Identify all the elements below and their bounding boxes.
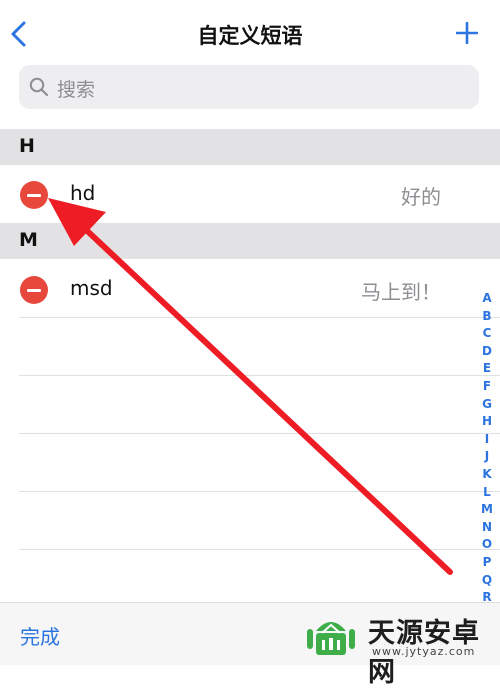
plus-icon[interactable] (456, 22, 478, 44)
index-letter[interactable]: J (480, 448, 494, 466)
row-separator (19, 375, 500, 376)
index-letter[interactable]: P (480, 554, 494, 572)
phrase-text: 马上到！ (361, 280, 441, 304)
section-header-h: H (0, 129, 500, 165)
list-item[interactable]: hd 好的 (0, 165, 500, 223)
index-letter[interactable]: D (480, 343, 494, 361)
watermark-url: www.jytyaz.com (372, 645, 476, 658)
search-icon (29, 77, 49, 97)
index-letter[interactable]: A (480, 290, 494, 308)
row-separator (19, 491, 500, 492)
phrase-text: 好的 (401, 185, 441, 209)
shortcut-text: msd (70, 276, 113, 300)
row-separator (19, 433, 500, 434)
section-letter: H (19, 135, 35, 157)
done-button[interactable]: 完成 (20, 621, 60, 650)
index-letter[interactable]: E (480, 360, 494, 378)
index-letter[interactable]: N (480, 519, 494, 537)
search-placeholder: 搜索 (57, 79, 96, 101)
index-letter[interactable]: H (480, 413, 494, 431)
row-separator (19, 549, 500, 550)
index-letter[interactable]: B (480, 308, 494, 326)
index-letter[interactable]: F (480, 378, 494, 396)
delete-minus-icon[interactable] (20, 181, 48, 209)
search-field[interactable]: 搜索 (19, 65, 479, 109)
index-letter[interactable]: K (480, 466, 494, 484)
index-letter[interactable]: L (480, 484, 494, 502)
index-letter[interactable]: M (480, 501, 494, 519)
index-letter[interactable]: Q (480, 572, 494, 590)
index-letter[interactable]: O (480, 536, 494, 554)
navigation-bar: 自定义短语 (0, 0, 500, 64)
section-header-m: M (0, 223, 500, 259)
shortcut-text: hd (70, 181, 96, 205)
page-title: 自定义短语 (197, 24, 303, 48)
index-letter[interactable]: G (480, 396, 494, 414)
section-index[interactable]: ABCDEFGHIJKLMNOPQR (480, 290, 494, 607)
delete-minus-icon[interactable] (20, 276, 48, 304)
bottom-toolbar: 完成 天源安卓网 www.jytyaz.com (0, 602, 500, 688)
watermark-android-logo-icon (307, 622, 355, 655)
section-letter: M (19, 229, 38, 251)
index-letter[interactable]: I (480, 431, 494, 449)
row-separator (19, 317, 500, 318)
index-letter[interactable]: C (480, 325, 494, 343)
list-item[interactable]: msd 马上到！ (0, 260, 500, 318)
